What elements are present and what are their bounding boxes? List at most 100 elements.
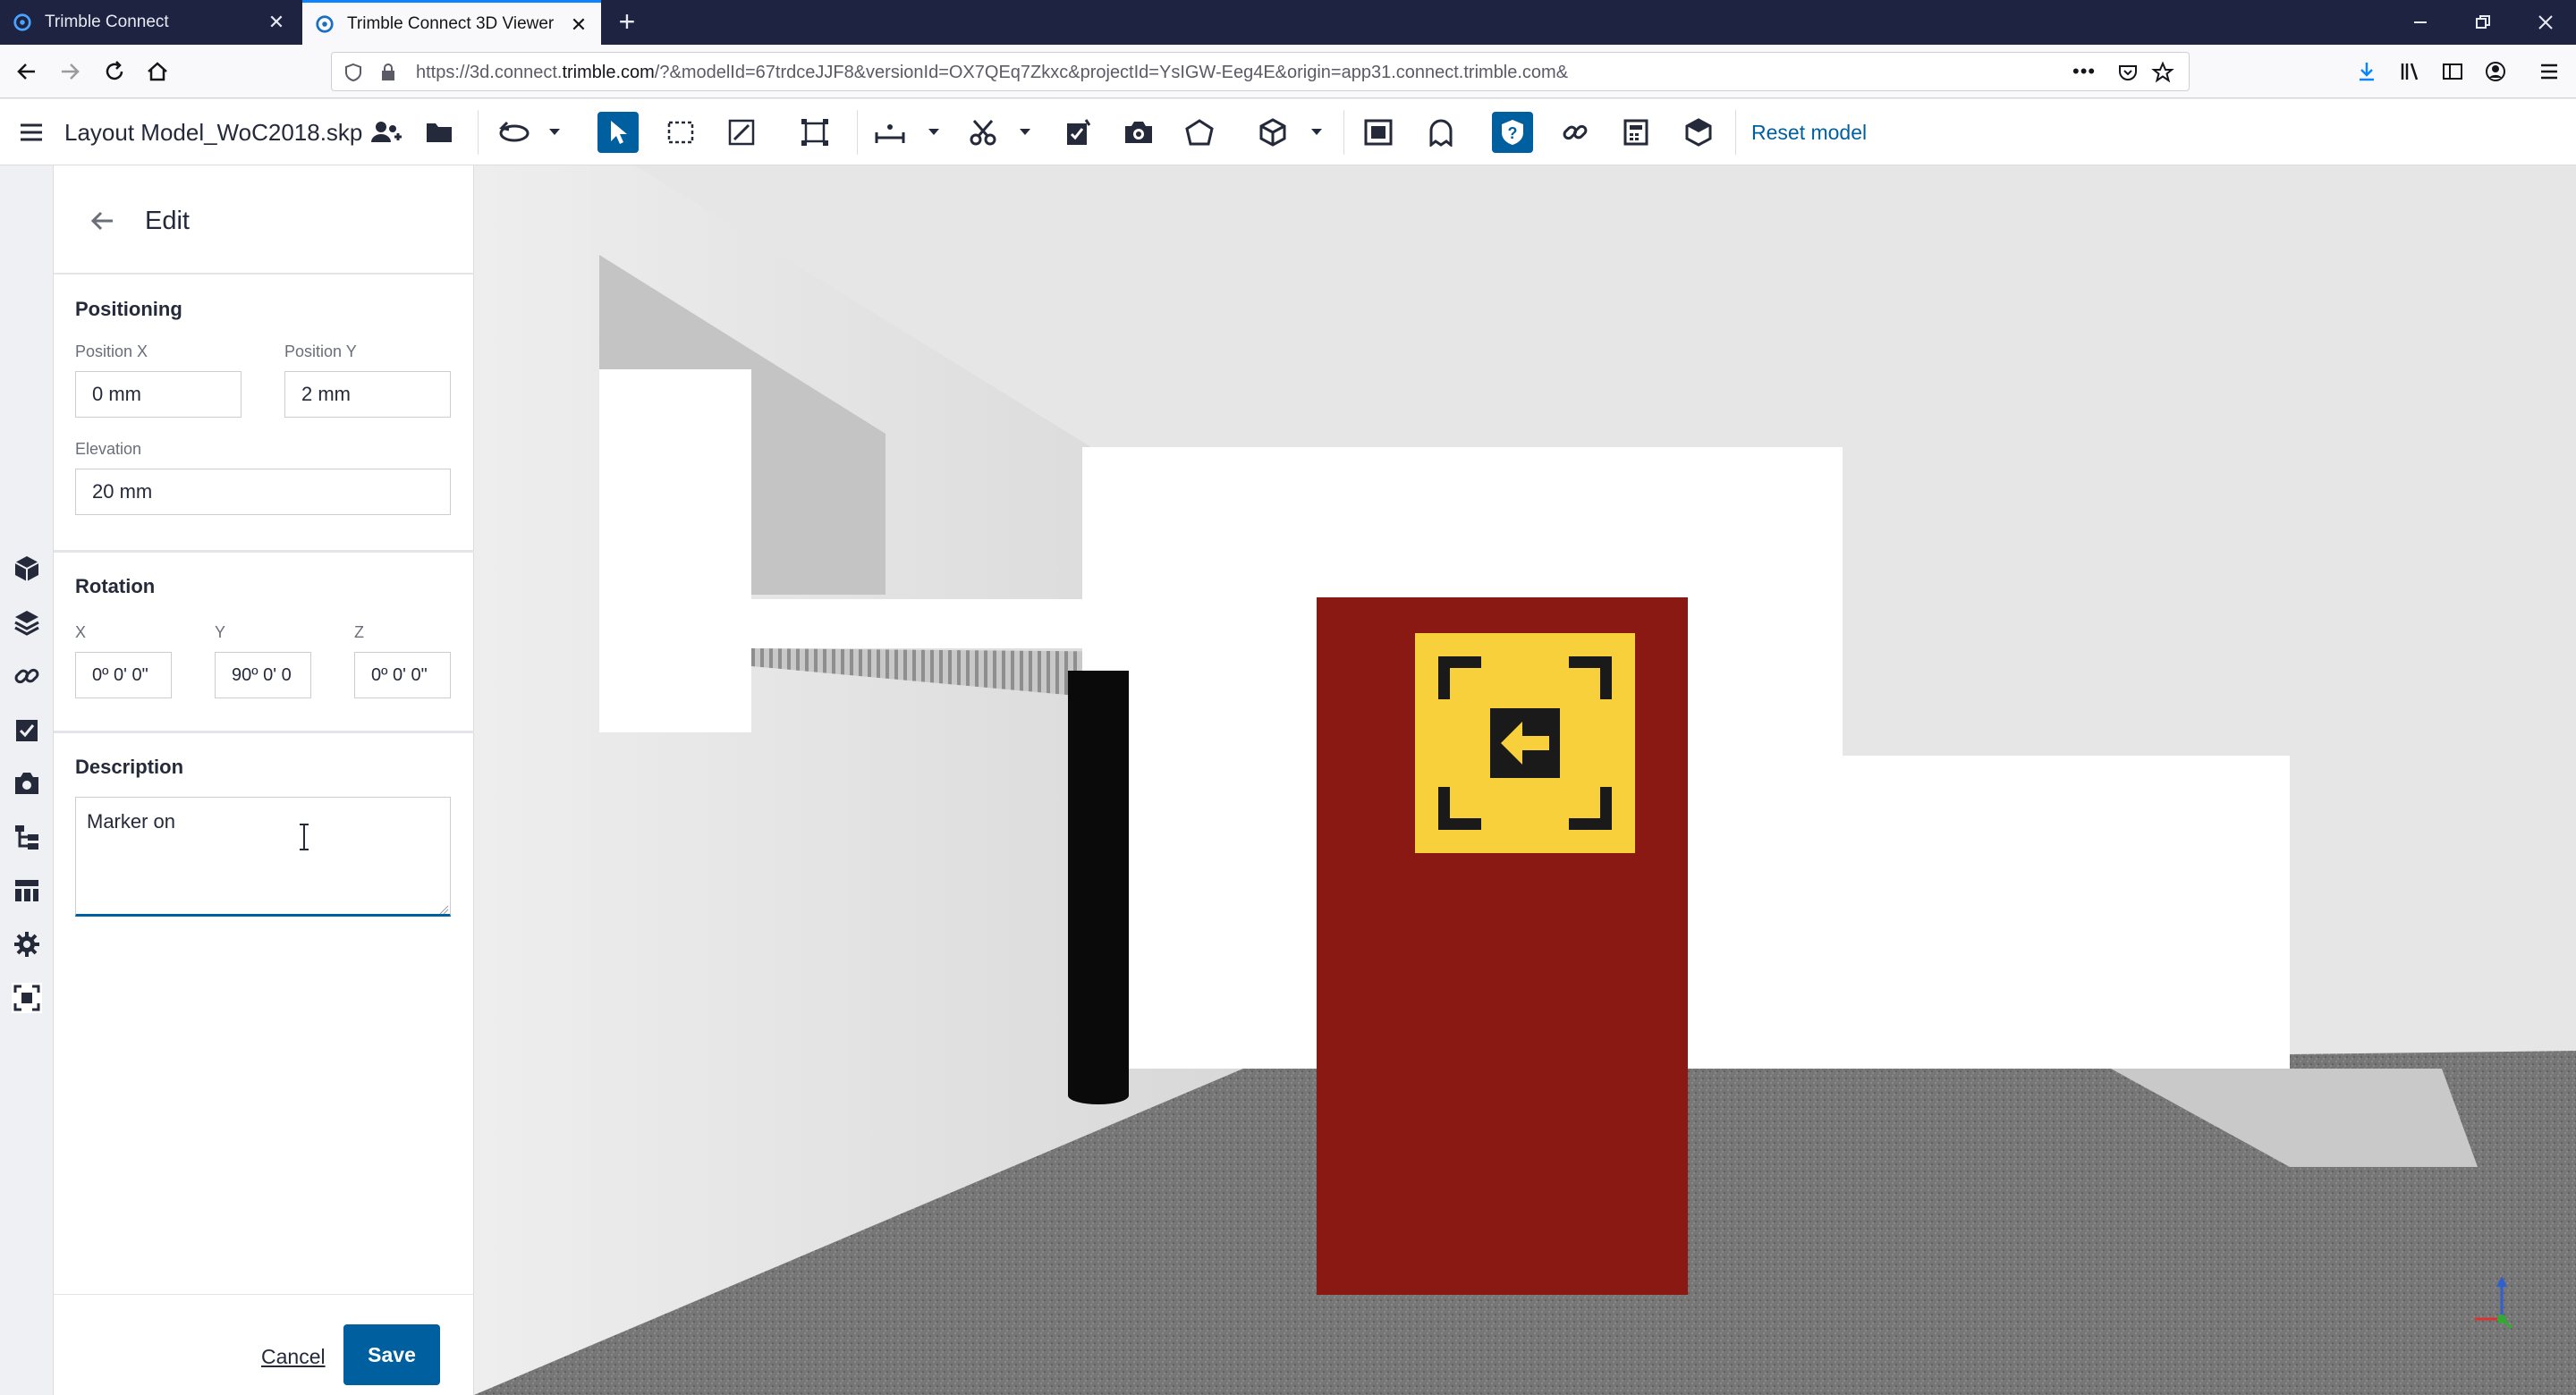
elevation-input[interactable]: 20 mm (75, 469, 451, 515)
chevron-down-icon[interactable] (547, 124, 562, 139)
browser-tab-strip: Trimble Connect ✕ Trimble Connect 3D Vie… (0, 0, 2576, 45)
toolbar-divider (1735, 110, 1736, 155)
pocket-icon[interactable] (2117, 62, 2139, 83)
description-section-title: Description (75, 756, 184, 778)
cancel-button[interactable]: Cancel (261, 1345, 326, 1369)
toolbar-divider (857, 110, 858, 155)
hierarchy-icon[interactable] (12, 822, 42, 852)
rotation-z-input[interactable]: 0º 0' 0" (354, 652, 451, 698)
library-icon[interactable] (2394, 55, 2426, 88)
rotation-section-title: Rotation (75, 575, 156, 597)
table-icon[interactable] (12, 875, 42, 906)
settings-gear-icon[interactable] (12, 929, 42, 960)
resize-grip-icon[interactable] (438, 904, 449, 915)
chevron-down-icon[interactable] (1018, 124, 1032, 139)
edit-panel: Edit Positioning Position X 0 mm Positio… (54, 165, 474, 1395)
positioning-section-title: Positioning (75, 298, 182, 320)
position-x-label: Position X (75, 342, 148, 360)
calculator-icon[interactable] (1615, 112, 1657, 153)
section-divider (54, 550, 474, 553)
browser-nav-bar: https://3d.connect.trimble.com/?&modelId… (0, 45, 2576, 98)
bookmark-star-icon[interactable] (2151, 61, 2174, 84)
markup-icon[interactable] (721, 112, 762, 153)
measure-icon[interactable] (869, 112, 911, 153)
panel-header: Edit (54, 165, 474, 275)
panel-footer: Cancel Save (54, 1294, 474, 1395)
layers-icon[interactable] (12, 607, 42, 638)
section-divider (54, 731, 474, 733)
box-select-icon[interactable] (660, 112, 701, 153)
rotation-z-label: Z (354, 623, 364, 641)
url-bar[interactable]: https://3d.connect.trimble.com/?&modelId… (331, 52, 2190, 91)
chevron-down-icon[interactable] (927, 124, 941, 139)
save-button[interactable]: Save (343, 1324, 440, 1385)
minimize-window-icon[interactable] (2390, 0, 2451, 45)
white-lintel (751, 599, 1082, 648)
help-button[interactable]: ? (1492, 112, 1533, 153)
ghost-mode-icon[interactable] (1420, 112, 1462, 153)
description-textarea[interactable]: Marker on (75, 797, 451, 917)
section-scissors-icon[interactable] (962, 112, 1004, 153)
toolbar-divider (478, 110, 479, 155)
url-text: https://3d.connect.trimble.com/?&modelId… (416, 63, 1569, 82)
todo-icon[interactable] (1057, 112, 1098, 153)
rotation-y-input[interactable]: 90º 0' 0 (215, 652, 311, 698)
shield-icon[interactable] (344, 63, 362, 82)
select-tool-button[interactable] (597, 112, 639, 153)
cube-view-icon[interactable] (1252, 112, 1293, 153)
position-x-input[interactable]: 0 mm (75, 371, 242, 418)
todo-icon[interactable] (12, 714, 42, 745)
browser-tab-trimble-connect[interactable]: Trimble Connect ✕ (0, 0, 299, 45)
position-y-input[interactable]: 2 mm (284, 371, 451, 418)
tab-title: Trimble Connect (45, 13, 169, 31)
close-tab-icon[interactable]: ✕ (567, 13, 590, 37)
sidebar-toggle-icon[interactable] (2436, 55, 2469, 88)
tab-title: Trimble Connect 3D Viewer (347, 13, 555, 33)
share-users-icon[interactable] (365, 112, 406, 153)
page-actions-icon[interactable]: ••• (2072, 60, 2096, 83)
new-tab-button[interactable]: + (612, 7, 642, 38)
browser-menu-icon[interactable] (2533, 55, 2565, 88)
account-icon[interactable] (2479, 55, 2512, 88)
wall-window (599, 369, 751, 732)
restore-window-icon[interactable] (2453, 0, 2513, 45)
models-cube-icon[interactable] (12, 554, 42, 584)
back-icon[interactable] (11, 55, 43, 88)
close-window-icon[interactable] (2515, 0, 2576, 45)
close-tab-icon[interactable]: ✕ (265, 11, 288, 34)
link-icon[interactable] (1555, 112, 1596, 153)
reload-icon[interactable] (98, 55, 131, 88)
rotation-x-input[interactable]: 0º 0' 0" (75, 652, 172, 698)
3d-viewport[interactable] (474, 165, 2576, 1395)
home-icon[interactable] (141, 55, 174, 88)
app-menu-icon[interactable] (11, 112, 52, 153)
white-wall-block-right (1843, 756, 2290, 1069)
orbit-icon[interactable] (494, 112, 535, 153)
object-properties-icon[interactable] (1678, 112, 1719, 153)
browser-tab-3d-viewer[interactable]: Trimble Connect 3D Viewer ✕ (302, 0, 601, 45)
back-arrow-icon[interactable] (88, 207, 116, 235)
text-cursor-icon (300, 824, 309, 850)
rotation-y-label: Y (215, 623, 226, 641)
camera-icon[interactable] (1118, 112, 1159, 153)
marker-focus-icon[interactable] (12, 983, 42, 1013)
black-pillar (1068, 671, 1129, 1095)
trimble-logo-icon (13, 13, 31, 31)
chevron-down-icon[interactable] (1309, 124, 1324, 139)
3d-scene[interactable] (474, 165, 2576, 1395)
folder-icon[interactable] (419, 112, 460, 153)
render-mode-icon[interactable] (1358, 112, 1399, 153)
forward-icon[interactable] (54, 55, 86, 88)
app-toolbar: Layout Model_WoC2018.skp ? Reset model (0, 99, 2576, 165)
trimble-logo-icon (316, 14, 334, 33)
reset-model-button[interactable]: Reset model (1751, 121, 1867, 145)
panel-title: Edit (145, 207, 190, 235)
svg-text:?: ? (1508, 124, 1518, 142)
fit-to-view-icon[interactable] (794, 112, 835, 153)
left-navigation-strip (0, 165, 54, 1395)
lock-icon[interactable] (380, 63, 396, 82)
link-icon[interactable] (12, 661, 42, 691)
camera-icon[interactable] (12, 768, 42, 799)
clip-shape-icon[interactable] (1179, 112, 1220, 153)
downloads-icon[interactable] (2351, 55, 2383, 88)
